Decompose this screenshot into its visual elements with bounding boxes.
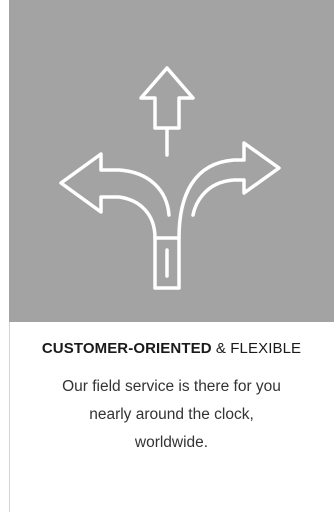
description-line: Our field service is there for you <box>62 378 281 395</box>
feature-card: CUSTOMER-ORIENTED & FLEXIBLE Our field s… <box>0 0 334 512</box>
feature-heading-strong: CUSTOMER-ORIENTED <box>41 340 212 357</box>
feature-image-panel <box>9 0 334 322</box>
left-arrow-shape <box>59 152 171 240</box>
feature-description: Our field service is there for you nearl… <box>9 373 334 457</box>
feature-heading: CUSTOMER-ORIENTED & FLEXIBLE <box>0 340 334 357</box>
description-line: worldwide. <box>134 434 209 451</box>
up-arrow-shape <box>139 66 195 130</box>
feature-heading-rest: & FLEXIBLE <box>211 340 302 357</box>
split-arrows-icon <box>59 66 281 290</box>
right-arrow-shape <box>177 141 281 240</box>
description-line: nearly around the clock, <box>89 406 254 423</box>
